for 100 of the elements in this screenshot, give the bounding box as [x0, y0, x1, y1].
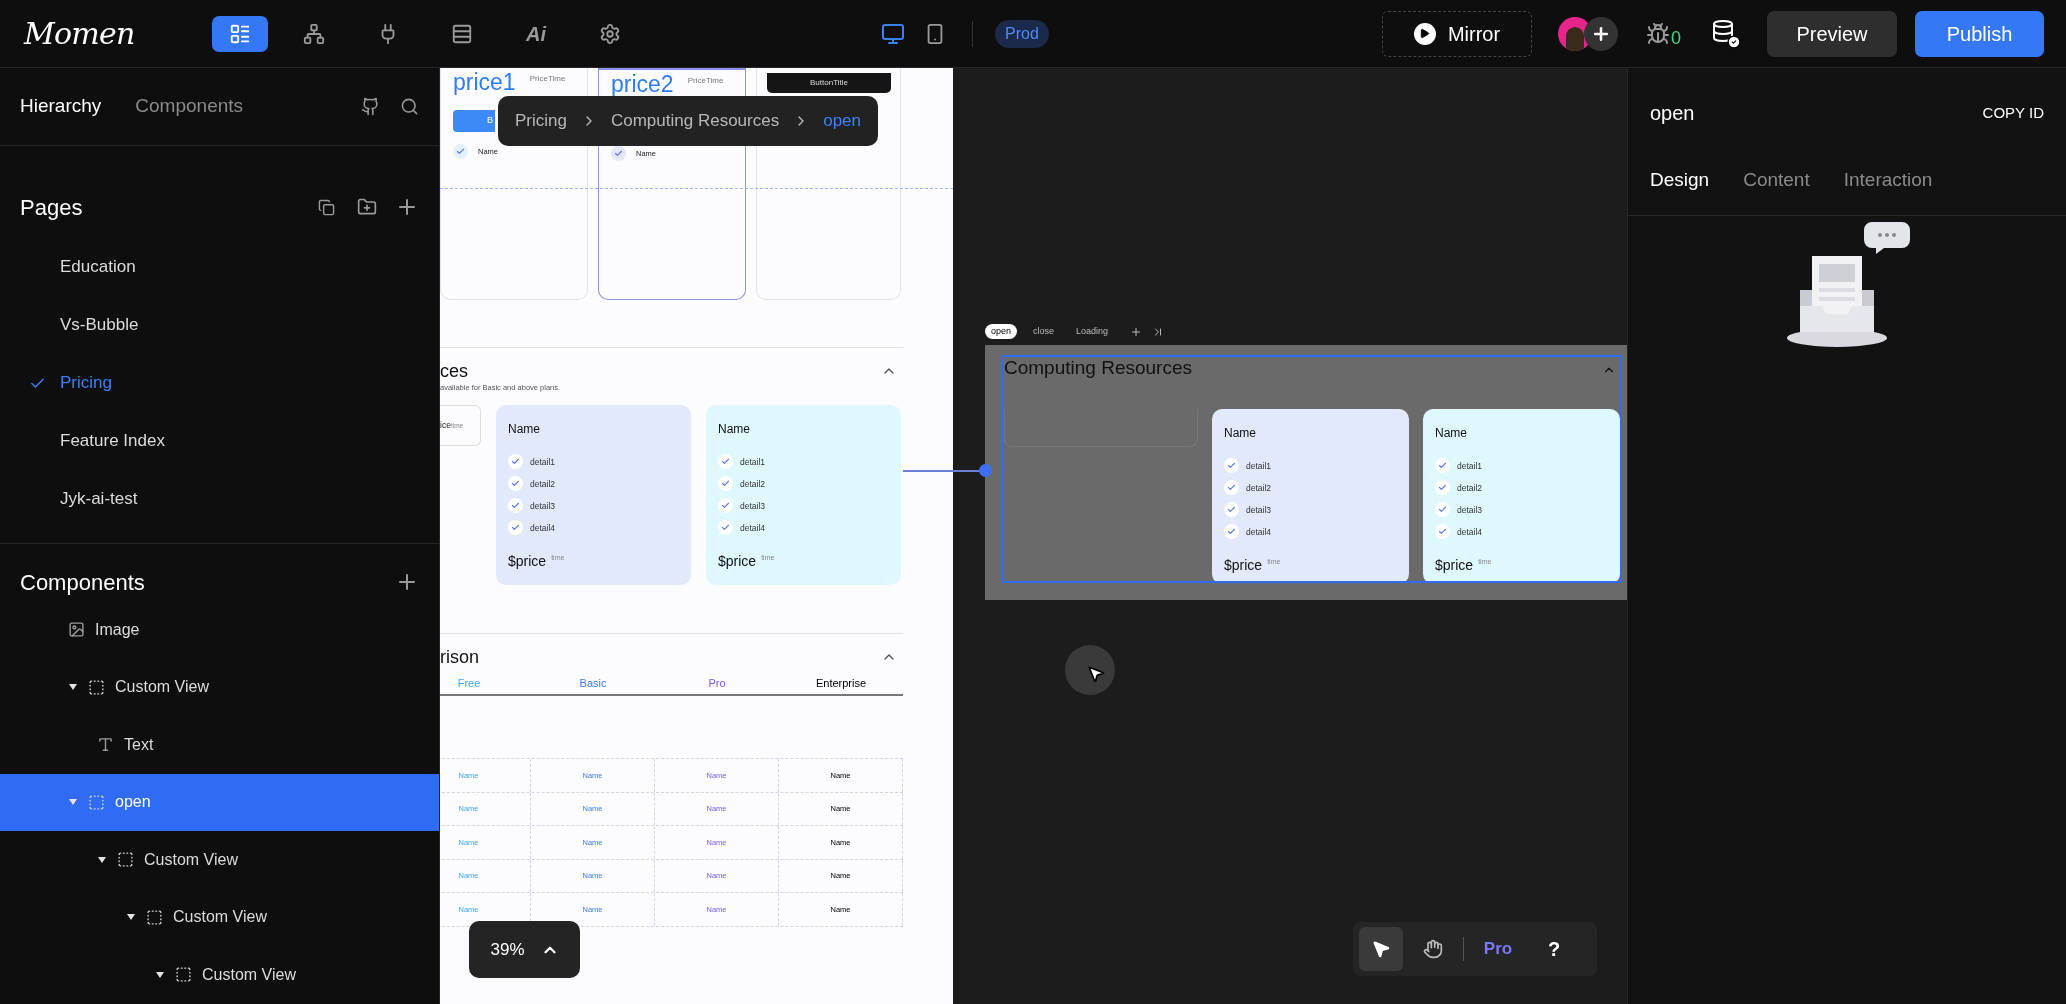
component-title: open [1650, 101, 1695, 126]
plan-name: Name [508, 422, 541, 436]
check-icon [1224, 458, 1239, 473]
tree-item-label: Custom View [144, 849, 238, 870]
logo: Momen [24, 15, 135, 53]
issue-count: 0 [1671, 29, 1681, 46]
zoom-control[interactable]: 39% [469, 921, 580, 978]
section-title: Components [20, 568, 145, 597]
plan-button[interactable]: ButtonTitle [767, 73, 891, 93]
check-icon [508, 454, 523, 469]
check-icon [508, 476, 523, 491]
environment-badge[interactable]: Prod [995, 19, 1049, 48]
section-heading: rison [440, 646, 479, 668]
copy-icon[interactable] [318, 198, 335, 216]
detail-text: detail4 [1457, 525, 1483, 539]
detail-text: detail4 [530, 521, 556, 535]
state-tab[interactable]: open [985, 324, 1018, 339]
caret-icon[interactable] [155, 969, 165, 980]
bug-icon[interactable] [1646, 21, 1670, 46]
plan-name: Name [1224, 426, 1257, 440]
panel-tab[interactable]: Hierarchy [20, 92, 102, 121]
check-icon [1224, 502, 1239, 517]
tree-item[interactable]: Custom View [0, 888, 439, 946]
database-check-icon[interactable] [1711, 18, 1741, 49]
check-icon [718, 454, 733, 469]
copy-id-button[interactable]: COPY ID [1982, 101, 2044, 125]
tree-item-label: Custom View [115, 677, 209, 698]
repository-icon[interactable] [361, 97, 380, 116]
tree-item-label: Custom View [173, 907, 267, 928]
detail-text: detail3 [1246, 503, 1272, 517]
search-icon[interactable] [400, 97, 419, 116]
dashed-square-icon [117, 851, 134, 869]
pro-button[interactable]: Pro [1472, 929, 1524, 969]
tree-item-label: Image [95, 619, 140, 640]
toolbar-button[interactable] [212, 15, 268, 52]
detail-text: detail4 [740, 521, 766, 535]
settings-icon [599, 22, 621, 45]
section-heading: ces [440, 360, 468, 382]
add-icon[interactable] [1130, 325, 1143, 338]
folder-plus-icon[interactable] [357, 197, 377, 217]
pointer-icon [1371, 939, 1391, 959]
play-icon [1413, 22, 1436, 45]
page-item[interactable]: Pricing [0, 354, 439, 412]
detail-text: detail3 [530, 499, 556, 513]
check-icon [453, 144, 468, 159]
tool-button[interactable] [1359, 927, 1403, 971]
hand-icon [1423, 939, 1443, 959]
page-item[interactable]: Vs-Bubble [0, 296, 439, 354]
rows-icon [451, 22, 473, 45]
tree-item-label: open [115, 792, 151, 813]
plan-time: PriceTime [687, 76, 724, 86]
help-button[interactable]: ? [1532, 929, 1576, 969]
preview-button[interactable]: Preview [1767, 10, 1897, 57]
tree-item-label: Custom View [202, 964, 296, 985]
tree-item[interactable]: Custom View [0, 831, 439, 889]
publish-button[interactable]: Publish [1915, 10, 2044, 57]
detail-text: detail4 [1246, 525, 1272, 539]
tree-item[interactable]: Text [0, 716, 439, 774]
tree-item[interactable]: Image [0, 601, 439, 659]
plan-name: Name [718, 422, 751, 436]
monitor-icon [881, 21, 905, 46]
check-icon [1224, 524, 1239, 539]
tree-item[interactable]: Custom View [0, 946, 439, 1004]
column-header: Basic [578, 675, 608, 691]
state-tab[interactable]: close [1027, 324, 1061, 339]
dashed-square-icon [88, 678, 105, 696]
check-icon [718, 498, 733, 513]
plan-price: $price [1224, 557, 1263, 573]
column-header: Enterprise [814, 675, 868, 691]
panel-tab[interactable]: Interaction [1843, 166, 1933, 195]
detail-text: detail1 [530, 455, 556, 469]
detail-text: detail2 [1246, 481, 1272, 495]
check-icon [1435, 480, 1450, 495]
panel-tab[interactable]: Design [1650, 166, 1710, 195]
page-item[interactable]: Jyk-ai-test [0, 470, 439, 528]
page-item[interactable]: Education [0, 238, 439, 296]
cursor-icon [1086, 664, 1106, 684]
check-icon [1224, 480, 1239, 495]
toolbar-button[interactable]: Ai [508, 15, 564, 52]
plan-name: Name [1435, 426, 1468, 440]
detail-text: detail2 [530, 477, 556, 491]
panel-tab[interactable]: Components [135, 92, 244, 121]
detail-text: detail3 [740, 499, 766, 513]
detail-text: detail2 [1457, 481, 1483, 495]
tree-item[interactable]: open [0, 773, 439, 831]
check-icon [1435, 502, 1450, 517]
plan-price: $price [718, 553, 757, 569]
mirror-button[interactable]: Mirror [1382, 10, 1532, 57]
panel-tab[interactable]: Content [1743, 166, 1810, 195]
breadcrumb-link[interactable]: Pricing [515, 108, 567, 134]
page-item[interactable]: Feature Index [0, 412, 439, 470]
caret-icon[interactable] [97, 854, 107, 865]
detail-text: detail3 [1457, 503, 1483, 517]
state-tab[interactable]: Loading [1070, 324, 1115, 339]
plan-price: price2 [611, 73, 674, 96]
invite-button[interactable] [1584, 16, 1618, 51]
check-icon [611, 146, 626, 161]
plan-price: $price [508, 553, 547, 569]
tree-item[interactable]: Custom View [0, 658, 439, 716]
breadcrumb-link[interactable]: open [823, 108, 861, 134]
